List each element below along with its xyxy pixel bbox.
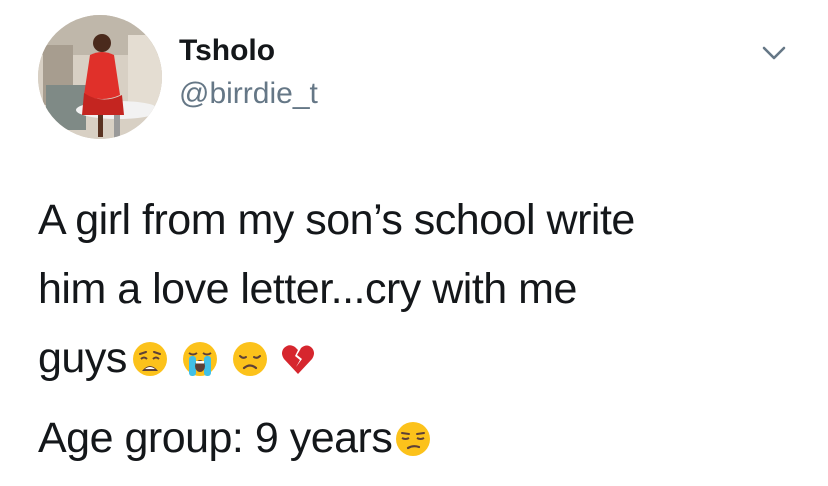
tweet-text-line: Age group: 9 years: [38, 408, 432, 468]
user-handle[interactable]: @birrdie_t: [179, 76, 318, 112]
avatar[interactable]: [38, 15, 162, 139]
loudly-crying-face-icon: [181, 340, 219, 378]
avatar-photo: [38, 15, 162, 139]
chevron-down-icon[interactable]: [760, 43, 788, 63]
tweet-text-fragment: Age group: 9 years: [38, 414, 393, 462]
display-name[interactable]: Tsholo: [179, 33, 275, 69]
unamused-face-icon: [394, 420, 432, 458]
broken-heart-icon: [279, 340, 317, 378]
tweet-text-line: him a love letter...cry with me: [38, 265, 577, 313]
tweet-text-line: guys: [38, 324, 808, 393]
tweet-text-line: A girl from my son’s school write: [38, 196, 635, 244]
tweet-text-fragment: guys: [38, 334, 127, 382]
tweet-card: Tsholo @birrdie_t A girl from my son’s s…: [0, 0, 828, 486]
tweet-text: A girl from my son’s school write him a …: [38, 186, 808, 393]
weary-face-icon: [131, 340, 169, 378]
disappointed-face-icon: [231, 340, 269, 378]
